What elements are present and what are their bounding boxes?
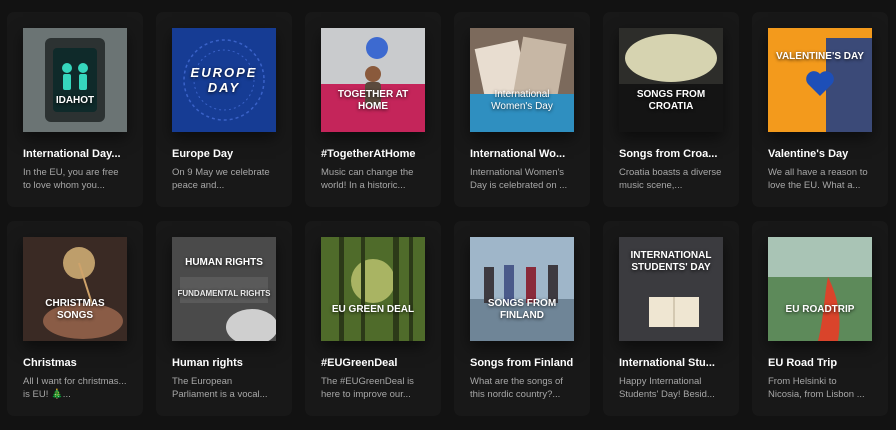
playlist-description: Music can change the world! In a histori… <box>321 167 414 191</box>
heart-icon <box>768 28 872 132</box>
playlist-card[interactable]: TOGETHER AT HOME #TogetherAtHome Music c… <box>305 12 441 207</box>
playlist-cover: INTERNATIONAL STUDENTS' DAY <box>619 237 723 341</box>
playlist-title[interactable]: International Wo... <box>470 147 574 161</box>
playlist-card[interactable]: EU GREEN DEAL #EUGreenDeal The #EUGreenD… <box>305 221 441 416</box>
cover-caption: VALENTINE'S DAY <box>776 51 864 63</box>
playlist-cover: VALENTINE'S DAY <box>768 28 872 132</box>
playlist-description: Happy International Students' Day! Besid… <box>619 376 715 400</box>
playlist-title[interactable]: Songs from Croa... <box>619 147 723 161</box>
playlist-cover: HUMAN RIGHTS FUNDAMENTAL RIGHTS <box>172 237 276 341</box>
playlist-cover: SONGS FROM FINLAND <box>470 237 574 341</box>
cover-caption: International Women's Day <box>491 88 553 112</box>
playlist-title[interactable]: Valentine's Day <box>768 147 872 161</box>
playlist-title[interactable]: Human rights <box>172 356 276 370</box>
cover-caption: EUROPE DAY <box>190 65 258 95</box>
playlist-card[interactable]: EUROPE DAY Europe Day On 9 May we celebr… <box>156 12 292 207</box>
cover-caption: TOGETHER AT HOME <box>337 88 409 112</box>
playlist-card[interactable]: IDAHOT International Day... In the EU, y… <box>7 12 143 207</box>
playlist-title[interactable]: International Day... <box>23 147 127 161</box>
cover-caption: EU ROADTRIP <box>785 303 855 315</box>
sparkler-icon <box>23 237 127 341</box>
playlist-cover: IDAHOT <box>23 28 127 132</box>
playlist-title[interactable]: EU Road Trip <box>768 356 872 370</box>
cover-caption: SONGS FROM FINLAND <box>487 297 557 321</box>
playlist-cover: TOGETHER AT HOME <box>321 28 425 132</box>
playlist-card[interactable]: CHRISTMAS SONGS Christmas All I want for… <box>7 221 143 416</box>
playlist-card[interactable]: International Women's Day International … <box>454 12 590 207</box>
playlist-title[interactable]: Christmas <box>23 356 127 370</box>
playlist-cover: CHRISTMAS SONGS <box>23 237 127 341</box>
cover-caption: INTERNATIONAL STUDENTS' DAY <box>630 249 712 273</box>
playlist-description: From Helsinki to Nicosia, from Lisbon ..… <box>768 376 865 400</box>
cover-caption: SONGS FROM CROATIA <box>636 88 706 112</box>
playlist-cover: EUROPE DAY <box>172 28 276 132</box>
concert-crowd-icon <box>619 28 723 132</box>
traffic-light-icon <box>23 28 127 132</box>
playlist-card[interactable]: VALENTINE'S DAY Valentine's Day We all h… <box>752 12 888 207</box>
playlist-title[interactable]: Europe Day <box>172 147 276 161</box>
playlist-title[interactable]: #TogetherAtHome <box>321 147 425 161</box>
cover-caption: IDAHOT <box>55 94 95 106</box>
cover-caption: EU GREEN DEAL <box>331 303 415 315</box>
playlist-card[interactable]: EU ROADTRIP EU Road Trip From Helsinki t… <box>752 221 888 416</box>
playlist-description: Croatia boasts a diverse music scene,... <box>619 167 722 191</box>
cover-caption: HUMAN RIGHTS <box>185 257 263 268</box>
playlist-description: On 9 May we celebrate peace and... <box>172 167 270 191</box>
playlist-description: In the EU, you are free to love whom you… <box>23 167 119 191</box>
band-icon <box>470 237 574 341</box>
child-with-ball-icon <box>321 28 425 132</box>
playlist-description: What are the songs of this nordic countr… <box>470 376 563 400</box>
playlist-cover: EU GREEN DEAL <box>321 237 425 341</box>
playlist-description: The #EUGreenDeal is here to improve our.… <box>321 376 414 400</box>
playlist-title[interactable]: #EUGreenDeal <box>321 356 425 370</box>
cover-subcaption: FUNDAMENTAL RIGHTS <box>177 289 271 299</box>
playlist-cover: EU ROADTRIP <box>768 237 872 341</box>
playlist-description: The European Parliament is a vocal... <box>172 376 268 400</box>
playlist-card[interactable]: SONGS FROM CROATIA Songs from Croa... Cr… <box>603 12 739 207</box>
forest-icon <box>321 237 425 341</box>
playlist-description: All I want for christmas... is EU! 🎄... <box>23 376 127 400</box>
road-trip-icon <box>768 237 872 341</box>
playlist-title[interactable]: International Stu... <box>619 356 723 370</box>
playlist-cover: SONGS FROM CROATIA <box>619 28 723 132</box>
playlist-cover: International Women's Day <box>470 28 574 132</box>
playlist-title[interactable]: Songs from Finland <box>470 356 574 370</box>
playlist-grid: IDAHOT International Day... In the EU, y… <box>7 12 888 416</box>
cover-caption: CHRISTMAS SONGS <box>45 297 105 321</box>
magazines-icon <box>470 28 574 132</box>
playlist-card[interactable]: HUMAN RIGHTS FUNDAMENTAL RIGHTS Human ri… <box>156 221 292 416</box>
playlist-card[interactable]: INTERNATIONAL STUDENTS' DAY Internationa… <box>603 221 739 416</box>
playlist-card[interactable]: SONGS FROM FINLAND Songs from Finland Wh… <box>454 221 590 416</box>
playlist-description: International Women's Day is celebrated … <box>470 167 568 191</box>
playlist-description: We all have a reason to love the EU. Wha… <box>768 167 868 191</box>
